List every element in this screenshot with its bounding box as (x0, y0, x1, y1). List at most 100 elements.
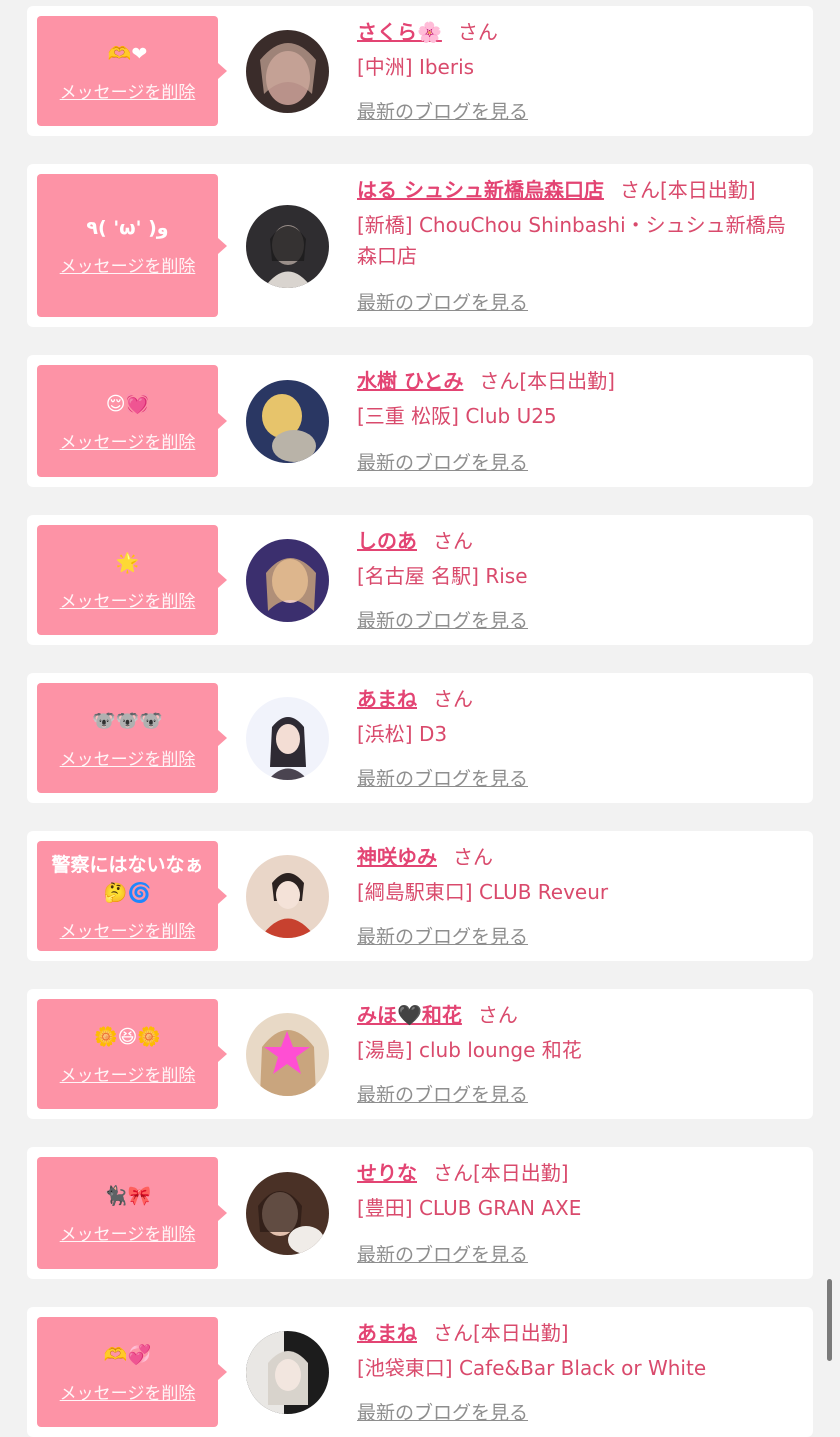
delete-message-link[interactable]: メッセージを削除 (60, 917, 196, 942)
card-info: あまね さん [浜松] D3 (357, 685, 803, 750)
message-text: 🫶💞 (103, 1343, 152, 1366)
san-label: さん (453, 845, 493, 869)
cast-name-link[interactable]: はる シュシュ新橋烏森口店 (357, 178, 604, 202)
message-bubble: 🐨🐨🐨 メッセージを削除 (37, 683, 227, 793)
avatar-photo (246, 30, 329, 113)
latest-blog-link[interactable]: 最新のブログを見る (357, 448, 528, 475)
cast-name-link[interactable]: しのあ (357, 529, 417, 553)
avatar-photo (246, 539, 329, 622)
list-item: 警察にはないなぁ 🤔🌀 メッセージを削除 神咲ゆみ さん [綱島駅東口] CLUB… (27, 831, 813, 961)
avatar[interactable] (246, 1172, 329, 1255)
delete-message-link[interactable]: メッセージを削除 (60, 1061, 196, 1086)
latest-blog-link[interactable]: 最新のブログを見る (357, 288, 528, 315)
delete-message-link[interactable]: メッセージを削除 (60, 428, 196, 453)
shop-name: [名古屋 名駅] Rise (357, 564, 528, 588)
name-line: はる シュシュ新橋烏森口店 さん[本日出勤] (357, 176, 803, 204)
avatar-photo (246, 697, 329, 780)
card-info: 神咲ゆみ さん [綱島駅東口] CLUB Reveur (357, 843, 803, 908)
cast-name-link[interactable]: せりな (357, 1161, 417, 1185)
status-badge: [本日出勤] (473, 1161, 569, 1185)
cast-name-link[interactable]: 神咲ゆみ (357, 845, 437, 869)
message-text: 🫶❤ (107, 42, 148, 65)
status-badge: [本日出勤] (473, 1321, 569, 1345)
message-bubble: 🌟 メッセージを削除 (37, 525, 227, 635)
name-line: さくら🌸 さん (357, 18, 803, 46)
latest-blog-link[interactable]: 最新のブログを見る (357, 1240, 528, 1267)
message-list: 🫶❤ メッセージを削除 さくら🌸 さん [中洲] Iberis 最新のブログを見る… (0, 0, 840, 1437)
avatar[interactable] (246, 697, 329, 780)
avatar[interactable] (246, 855, 329, 938)
delete-message-link[interactable]: メッセージを削除 (60, 78, 196, 103)
delete-message-link[interactable]: メッセージを削除 (60, 252, 196, 277)
message-text: ٩( 'ω' )و (86, 217, 169, 239)
status-badge: [本日出勤] (659, 178, 756, 202)
name-line: あまね さん (357, 685, 803, 713)
latest-blog-link[interactable]: 最新のブログを見る (357, 606, 528, 633)
list-item: 🫶❤ メッセージを削除 さくら🌸 さん [中洲] Iberis 最新のブログを見る (27, 6, 813, 136)
avatar[interactable] (246, 1013, 329, 1096)
status-badge: [本日出勤] (519, 369, 615, 393)
shop-name: [池袋東口] Cafe&Bar Black or White (357, 1356, 707, 1380)
shop-name: [湯島] club lounge 和花 (357, 1038, 582, 1062)
name-line: みほ🖤和花 さん (357, 1001, 803, 1029)
san-label: さん (479, 369, 520, 393)
scrollbar-thumb[interactable] (827, 1279, 832, 1361)
message-bubble: 🌼😆🌼 メッセージを削除 (37, 999, 227, 1109)
message-bubble: 🫶💞 メッセージを削除 (37, 1317, 227, 1427)
avatar-photo (246, 204, 329, 288)
message-text: 🌼😆🌼 (93, 1025, 162, 1048)
card-info: みほ🖤和花 さん [湯島] club lounge 和花 (357, 1001, 803, 1066)
delete-message-link[interactable]: メッセージを削除 (60, 745, 196, 770)
name-line: せりな さん[本日出勤] (357, 1159, 803, 1187)
san-label: さん (619, 178, 660, 202)
shop-name: [綱島駅東口] CLUB Reveur (357, 880, 609, 904)
san-label: さん (457, 20, 498, 44)
shop-name: [豊田] CLUB GRAN AXE (357, 1196, 582, 1220)
list-item: 🫶💞 メッセージを削除 あまね さん[本日出勤] [池袋東口] Cafe&Bar … (27, 1307, 813, 1437)
list-item: 🐨🐨🐨 メッセージを削除 あまね さん [浜松] D3 最新のブログを見る (27, 673, 813, 803)
name-line: しのあ さん (357, 527, 803, 555)
avatar[interactable] (246, 1331, 329, 1414)
message-bubble: 😌💓 メッセージを削除 (37, 365, 227, 477)
message-text: 🌟 (115, 551, 140, 574)
list-item: ٩( 'ω' )و メッセージを削除 はる シュシュ新橋烏森口店 さん[本日出勤]… (27, 164, 813, 327)
message-bubble: 🫶❤ メッセージを削除 (37, 16, 227, 126)
message-text: 警察にはないなぁ 🤔🌀 (51, 853, 204, 904)
shop-name: [三重 松阪] Club U25 (357, 404, 557, 428)
delete-message-link[interactable]: メッセージを削除 (60, 1220, 196, 1245)
san-label: さん (433, 1161, 473, 1185)
latest-blog-link[interactable]: 最新のブログを見る (357, 1398, 528, 1425)
delete-message-link[interactable]: メッセージを削除 (60, 1379, 196, 1404)
message-text: 🐨🐨🐨 (92, 709, 163, 732)
list-item: 🌟 メッセージを削除 しのあ さん [名古屋 名駅] Rise 最新のブログを見る (27, 515, 813, 645)
shop-name: [新橋] ChouChou Shinbashi・シュシュ新橋烏森口店 (357, 213, 786, 268)
cast-name-link[interactable]: あまね (357, 1321, 417, 1345)
name-line: 神咲ゆみ さん (357, 843, 803, 871)
cast-name-link[interactable]: あまね (357, 687, 417, 711)
name-line: 水樹 ひとみ さん[本日出勤] (357, 367, 803, 395)
latest-blog-link[interactable]: 最新のブログを見る (357, 97, 528, 124)
card-info: 水樹 ひとみ さん[本日出勤] [三重 松阪] Club U25 (357, 367, 803, 432)
latest-blog-link[interactable]: 最新のブログを見る (357, 764, 528, 791)
card-info: はる シュシュ新橋烏森口店 さん[本日出勤] [新橋] ChouChou Shin… (357, 176, 803, 272)
san-label: さん (433, 529, 473, 553)
cast-name-link[interactable]: みほ🖤和花 (357, 1003, 462, 1027)
avatar[interactable] (246, 380, 329, 463)
avatar-photo (246, 1172, 329, 1255)
avatar-photo (246, 380, 329, 463)
shop-name: [中洲] Iberis (357, 55, 475, 79)
cast-name-link[interactable]: 水樹 ひとみ (357, 369, 463, 393)
latest-blog-link[interactable]: 最新のブログを見る (357, 1080, 528, 1107)
message-text: 😌💓 (105, 392, 150, 415)
avatar-photo (246, 1331, 329, 1414)
avatar[interactable] (246, 204, 329, 288)
avatar-photo (246, 1013, 329, 1096)
delete-message-link[interactable]: メッセージを削除 (60, 587, 196, 612)
latest-blog-link[interactable]: 最新のブログを見る (357, 922, 528, 949)
card-info: しのあ さん [名古屋 名駅] Rise (357, 527, 803, 592)
avatar[interactable] (246, 539, 329, 622)
message-bubble: 警察にはないなぁ 🤔🌀 メッセージを削除 (37, 841, 227, 951)
avatar[interactable] (246, 30, 329, 113)
cast-name-link[interactable]: さくら🌸 (357, 20, 442, 44)
list-item: 🌼😆🌼 メッセージを削除 みほ🖤和花 さん [湯島] club lounge 和花… (27, 989, 813, 1119)
